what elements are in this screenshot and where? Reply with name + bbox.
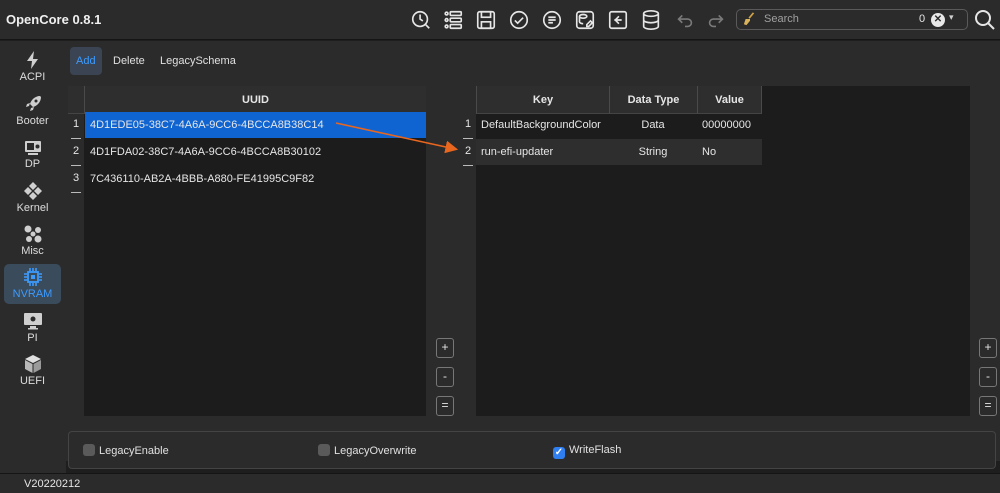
legacy-enable-option[interactable]: LegacyEnable (83, 444, 169, 457)
clock-search-icon[interactable] (409, 8, 433, 32)
search-input[interactable]: Search (764, 13, 799, 25)
copy-key-button[interactable]: = (979, 396, 997, 416)
sidebar-item-label: UEFI (19, 375, 46, 387)
legacy-overwrite-checkbox[interactable] (318, 444, 330, 456)
row-divider (463, 165, 473, 166)
search-box[interactable]: Search 0 ✕ ▾ (736, 9, 968, 30)
tab-bar: Add Delete LegacySchema (66, 41, 1000, 81)
row-divider (463, 138, 473, 139)
table-row-selected[interactable]: 4D1EDE05-38C7-4A6A-9CC6-4BCCA8B38C14 (85, 112, 426, 138)
type-cell[interactable]: String (609, 139, 697, 165)
sidebar-item-pi[interactable]: PI (4, 308, 61, 348)
row-number-gutter (68, 114, 84, 416)
row-number: 3 (72, 172, 80, 184)
list-icon[interactable] (441, 8, 465, 32)
value-cell[interactable]: 00000000 (697, 112, 762, 138)
sidebar-item-booter[interactable]: Booter (4, 91, 61, 131)
broom-icon[interactable] (743, 12, 757, 26)
check-icon[interactable] (507, 8, 531, 32)
search-icon[interactable] (973, 8, 997, 32)
value-cell[interactable]: No (697, 139, 762, 165)
column-header-uuid[interactable]: UUID (84, 86, 426, 114)
key-cell[interactable]: DefaultBackgroundColor (476, 112, 609, 138)
import-icon[interactable] (606, 8, 630, 32)
chevron-down-icon[interactable]: ▾ (949, 12, 954, 23)
sidebar-item-label: Misc (21, 245, 44, 257)
main-panel: Add Delete LegacySchema UUID 1 4D1EDE05-… (66, 41, 1000, 473)
write-flash-checkbox[interactable]: ✓ (553, 447, 565, 459)
row-divider (71, 165, 81, 166)
bolt-icon (26, 51, 38, 69)
key-value-table: Key Data Type Value 1 DefaultBackgroundC… (460, 86, 970, 416)
app-title: OpenCore 0.8.1 (6, 12, 102, 27)
copy-uuid-button[interactable]: = (436, 396, 454, 416)
legacy-overwrite-label: LegacyOverwrite (334, 445, 417, 457)
list-check-icon[interactable] (540, 8, 564, 32)
sidebar-item-dp[interactable]: DP (4, 134, 61, 174)
rocket-icon (25, 96, 41, 111)
sidebar-item-kernel[interactable]: Kernel (4, 178, 61, 218)
chip-icon (23, 268, 42, 286)
sidebar-item-label: Booter (16, 115, 49, 127)
title-bar: OpenCore 0.8.1 Search 0 ✕ ▾ (0, 0, 1000, 40)
sidebar-item-label: DP (24, 158, 41, 170)
row-number: 2 (72, 145, 80, 157)
row-divider (71, 192, 81, 193)
save-icon[interactable] (474, 8, 498, 32)
uuid-table: UUID 1 4D1EDE05-38C7-4A6A-9CC6-4BCCA8B38… (68, 86, 426, 416)
sidebar-item-label: PI (27, 332, 38, 344)
row-number: 1 (464, 118, 472, 130)
misc-icon (24, 225, 41, 243)
redo-icon[interactable] (704, 8, 728, 32)
add-key-button[interactable]: + (979, 338, 997, 358)
table-header: Key Data Type Value (476, 86, 970, 114)
row-number: 2 (464, 145, 472, 157)
puzzle-icon (23, 182, 42, 200)
column-header-data-type[interactable]: Data Type (609, 86, 697, 114)
sidebar-item-label: NVRAM (12, 288, 53, 300)
undo-icon[interactable] (673, 8, 697, 32)
table-row[interactable]: 7C436110-AB2A-4BBB-A880-FE41995C9F82 (85, 166, 426, 192)
legacy-enable-label: LegacyEnable (99, 445, 169, 457)
row-number: 1 (72, 118, 80, 130)
database-edit-icon[interactable] (573, 8, 597, 32)
sidebar-item-acpi[interactable]: ACPI (4, 47, 61, 87)
write-flash-option[interactable]: ✓ WriteFlash (553, 444, 621, 459)
status-bar: V20220212 (0, 473, 1000, 493)
sidebar-item-label: Kernel (16, 202, 49, 214)
remove-key-button[interactable]: - (979, 367, 997, 387)
tab-delete[interactable]: Delete (107, 47, 151, 75)
version-label: V20220212 (24, 478, 81, 490)
table-header: UUID (68, 86, 426, 114)
column-header-value[interactable]: Value (697, 86, 762, 114)
sidebar: ACPI Booter DP Kernel Misc NVRAM PI UEFI (0, 41, 66, 473)
sidebar-item-label: ACPI (19, 71, 46, 83)
sidebar-item-uefi[interactable]: UEFI (4, 351, 61, 391)
sidebar-item-nvram[interactable]: NVRAM (4, 264, 61, 304)
options-panel: LegacyEnable LegacyOverwrite ✓ WriteFlash (68, 431, 996, 469)
sidebar-item-misc[interactable]: Misc (4, 221, 61, 261)
tab-legacyschema[interactable]: LegacySchema (154, 47, 242, 75)
tab-add[interactable]: Add (70, 47, 102, 75)
remove-uuid-button[interactable]: - (436, 367, 454, 387)
add-uuid-button[interactable]: + (436, 338, 454, 358)
cube-icon (24, 355, 41, 373)
column-header-key[interactable]: Key (476, 86, 609, 114)
legacy-overwrite-option[interactable]: LegacyOverwrite (318, 444, 417, 457)
table-row[interactable]: 4D1FDA02-38C7-4A6A-9CC6-4BCCA8B30102 (85, 139, 426, 165)
device-icon (24, 141, 41, 155)
search-count: 0 (919, 13, 926, 25)
row-divider (71, 138, 81, 139)
legacy-enable-checkbox[interactable] (83, 444, 95, 456)
clear-icon[interactable]: ✕ (931, 13, 945, 27)
mac-icon (23, 313, 42, 330)
write-flash-label: WriteFlash (569, 444, 622, 456)
type-cell[interactable]: Data (609, 112, 697, 138)
database-icon[interactable] (639, 8, 663, 32)
row-number-gutter (460, 86, 476, 416)
key-cell[interactable]: run-efi-updater (476, 139, 609, 165)
